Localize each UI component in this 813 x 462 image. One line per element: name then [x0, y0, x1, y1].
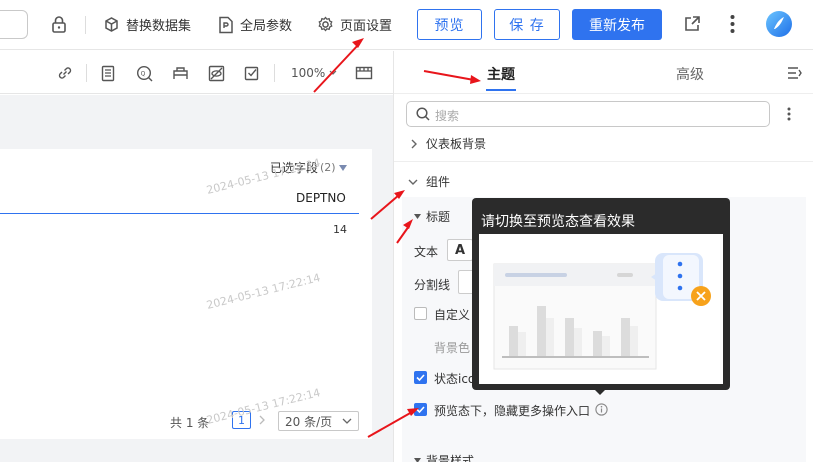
annotation-arrow — [313, 38, 364, 93]
annotation-arrow — [367, 408, 419, 438]
annotation-arrow — [396, 219, 413, 244]
annotation-arrow — [370, 190, 405, 220]
annotation-arrow — [423, 70, 481, 84]
annotation-arrows — [313, 38, 481, 438]
